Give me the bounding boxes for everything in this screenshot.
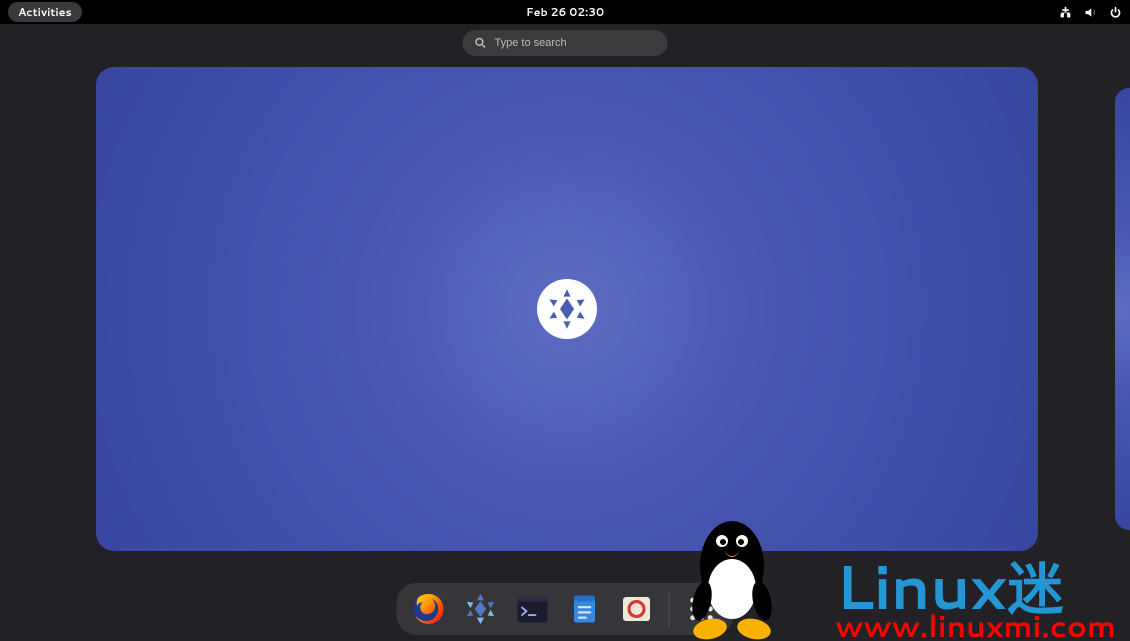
watermark-url: www.linuxmi.com	[835, 611, 1116, 641]
firefox-icon	[411, 591, 447, 627]
search-input[interactable]	[495, 37, 656, 49]
terminal-icon	[515, 591, 551, 627]
clock[interactable]: Feb 26 02:30	[526, 4, 604, 20]
power-icon	[1109, 6, 1122, 19]
workspace-thumbnail-main[interactable]	[96, 67, 1038, 551]
search-icon	[475, 32, 487, 55]
search-bar[interactable]	[463, 30, 668, 56]
nixos-logo-badge	[537, 279, 597, 339]
dash-app-files[interactable]	[565, 589, 605, 629]
activities-label: Activities	[18, 4, 72, 20]
dash-app-terminal[interactable]	[513, 589, 553, 629]
activities-button[interactable]: Activities	[8, 2, 82, 22]
snowflake-icon	[545, 287, 589, 331]
dash-app-firefox[interactable]	[409, 589, 449, 629]
network-wired-icon	[1059, 6, 1072, 19]
top-panel: Activities Feb 26 02:30	[0, 0, 1130, 24]
watermark-brand-latin: Linux	[835, 554, 1005, 616]
dash-app-help[interactable]	[617, 589, 657, 629]
clock-text: Feb 26 02:30	[526, 4, 604, 20]
volume-icon	[1084, 6, 1097, 19]
snowflake-icon	[463, 591, 499, 627]
watermark: Linux迷 www.linuxmi.com	[835, 554, 1116, 641]
dash-separator	[669, 591, 670, 627]
files-icon	[567, 591, 603, 627]
status-area[interactable]	[1059, 6, 1122, 19]
watermark-brand-cjk: 迷	[1007, 561, 1062, 617]
help-icon	[619, 591, 655, 627]
tux-penguin-icon	[682, 511, 782, 641]
dash-app-nixos[interactable]	[461, 589, 501, 629]
watermark-brand: Linux迷	[835, 554, 1062, 617]
workspace-thumbnail-next[interactable]	[1115, 88, 1130, 530]
